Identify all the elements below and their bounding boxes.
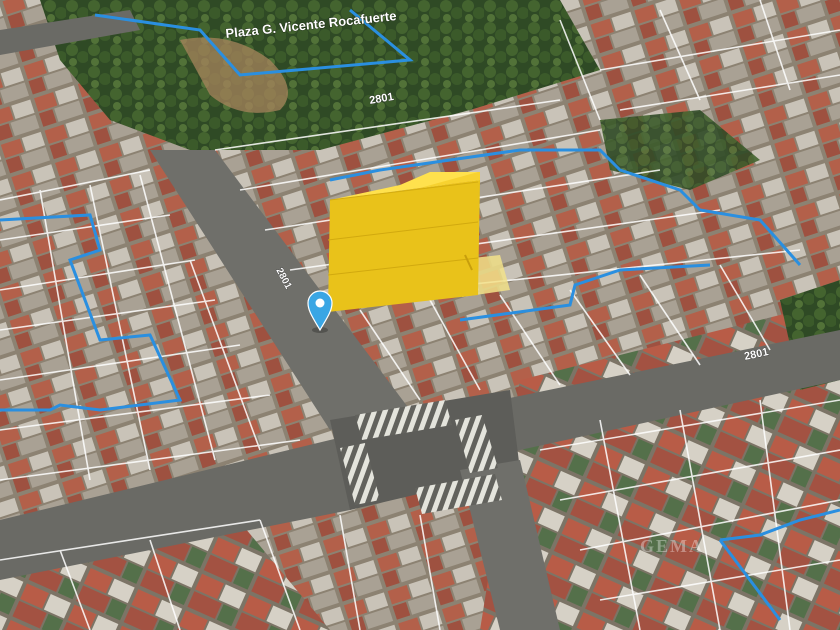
map-view[interactable]: Plaza G. Vicente Rocafuerte 2801 2801 28… xyxy=(0,0,840,630)
satellite-scene: Plaza G. Vicente Rocafuerte 2801 2801 28… xyxy=(0,0,840,630)
watermark: GEMA xyxy=(640,536,704,556)
